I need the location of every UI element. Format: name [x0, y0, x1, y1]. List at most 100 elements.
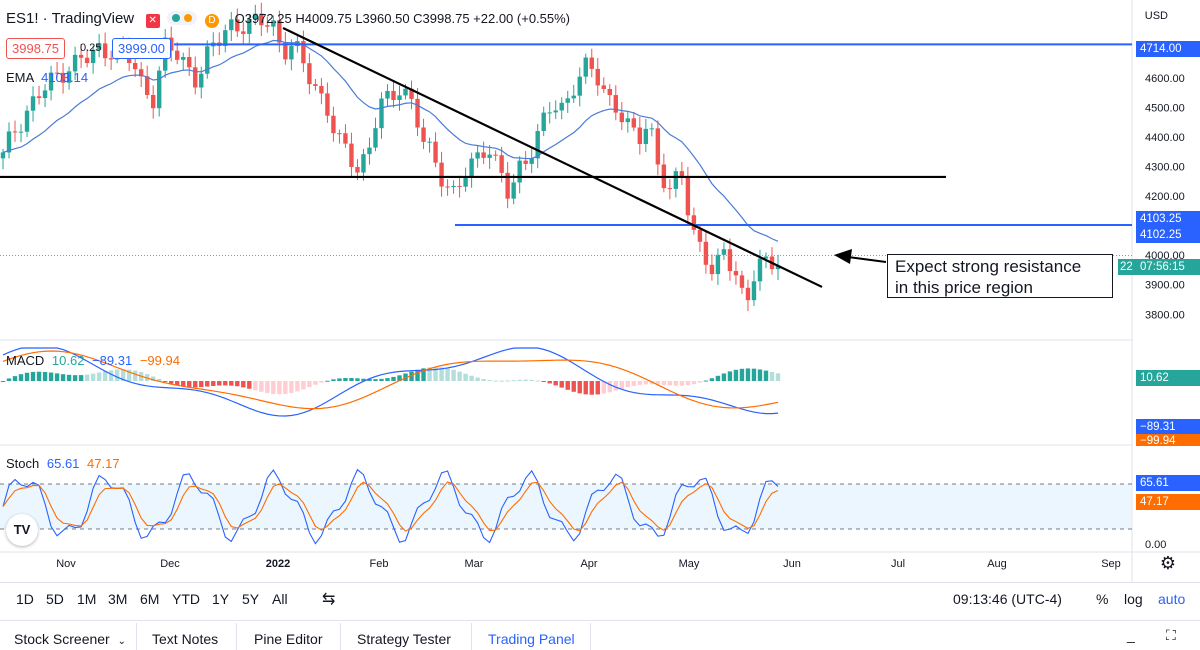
- tab-text-notes[interactable]: Text Notes: [152, 631, 218, 647]
- price-tick-label: 3900.00: [1145, 280, 1185, 292]
- minimize-icon[interactable]: _: [1127, 627, 1135, 643]
- buy-price[interactable]: 3999.00: [112, 38, 171, 59]
- macd-hist-bar: [319, 381, 324, 383]
- price-tag-4102: 4102.25: [1136, 227, 1200, 243]
- log-toggle[interactable]: log: [1124, 591, 1143, 607]
- stoch-legend: Stoch 65.61 47.17: [6, 456, 120, 471]
- macd-hist-bar: [66, 374, 72, 381]
- candle-body: [565, 98, 570, 103]
- time-tick-label: Mar: [465, 558, 484, 570]
- timeframe-bar: 1D 5D 1M 3M 6M YTD 1Y 5Y All ⇆ 09:13:46 …: [0, 582, 1200, 615]
- macd-hist-bar: [727, 371, 733, 381]
- percent-toggle[interactable]: %: [1096, 591, 1108, 607]
- auto-toggle[interactable]: auto: [1158, 591, 1185, 607]
- candle-body: [553, 110, 558, 113]
- tf-6m[interactable]: 6M: [140, 591, 159, 607]
- macd-hist-bar: [493, 380, 498, 382]
- currency-label[interactable]: USD: [1145, 10, 1168, 22]
- candle-body: [361, 154, 366, 173]
- candle-body: [42, 90, 48, 99]
- tab-trading-panel[interactable]: Trading Panel: [488, 631, 575, 647]
- sell-price[interactable]: 3998.75: [6, 38, 65, 59]
- candle-body: [601, 85, 606, 90]
- candle-body: [697, 229, 703, 242]
- macd-hist-bar: [769, 371, 775, 381]
- close-icon[interactable]: ✕: [145, 14, 160, 28]
- candle-body: [30, 96, 36, 111]
- candle-body: [427, 141, 432, 143]
- price-tick-label: 4300.00: [1145, 162, 1185, 174]
- macd-hist-bar: [343, 377, 348, 381]
- macd-hist-bar: [715, 375, 721, 381]
- candle-body: [481, 152, 486, 158]
- price-tick-label: 4600.00: [1145, 73, 1185, 85]
- macd-hist-bar: [709, 378, 715, 381]
- tab-stock-screener[interactable]: Stock Screener ⌄: [14, 631, 126, 647]
- macd-hist-bar: [373, 379, 378, 381]
- candle-body: [751, 281, 757, 301]
- tf-ytd[interactable]: YTD: [172, 591, 200, 607]
- macd-hist-bar: [535, 380, 540, 382]
- candle-body: [529, 158, 534, 164]
- macd-hist-bar: [673, 381, 679, 386]
- time-tick-label: 2022: [266, 558, 290, 570]
- macd-hist-bar: [445, 368, 450, 381]
- macd-hist-bar: [12, 376, 18, 381]
- candle-body: [157, 70, 162, 109]
- maximize-icon[interactable]: ⛶: [1166, 627, 1176, 644]
- macd-tag-line: −89.31: [1136, 419, 1200, 435]
- candle-body: [739, 275, 745, 288]
- price-tag-4714: 4714.00: [1136, 41, 1200, 57]
- candle-body: [367, 147, 372, 155]
- candle-body: [307, 63, 312, 85]
- ema-line: [2, 39, 779, 242]
- tf-5d[interactable]: 5D: [46, 591, 64, 607]
- candle-body: [487, 154, 492, 158]
- tf-all[interactable]: All: [272, 591, 288, 607]
- tab-pine-editor[interactable]: Pine Editor: [254, 631, 322, 647]
- stoch-tag-k: 65.61: [1136, 475, 1200, 491]
- clock[interactable]: 09:13:46 (UTC-4): [953, 591, 1062, 607]
- symbol-legend: ES1! · TradingView ✕ D O3972.25 H4009.75…: [6, 10, 570, 28]
- macd-hist-bar: [48, 372, 54, 381]
- date-range-icon[interactable]: ⇆: [322, 589, 335, 609]
- tf-1y[interactable]: 1Y: [212, 591, 229, 607]
- tf-1d[interactable]: 1D: [16, 591, 34, 607]
- macd-hist-bar: [583, 381, 588, 395]
- candle-body: [571, 95, 576, 99]
- tab-strategy-tester[interactable]: Strategy Tester: [357, 631, 451, 647]
- macd-hist-bar: [679, 381, 685, 386]
- tf-1m[interactable]: 1M: [77, 591, 96, 607]
- macd-hist-bar: [307, 381, 312, 388]
- macd-hist-bar: [577, 381, 582, 394]
- candle-body: [493, 154, 498, 156]
- macd-hist-bar: [571, 381, 576, 392]
- macd-hist-bar: [703, 380, 709, 382]
- candle-body: [241, 31, 246, 34]
- macd-hist-bar: [96, 372, 102, 381]
- macd-hist-bar: [235, 381, 240, 387]
- macd-hist-bar: [721, 373, 727, 381]
- macd-hist-bar: [469, 375, 474, 381]
- tf-5y[interactable]: 5Y: [242, 591, 259, 607]
- stoch-tick-label: 0.00: [1145, 539, 1166, 551]
- last-price-tag: 22: [1118, 259, 1136, 275]
- macd-hist-bar: [553, 381, 558, 386]
- candle-body: [445, 186, 450, 188]
- settings-gear-icon[interactable]: ⚙: [1160, 553, 1176, 574]
- macd-hist-bar: [475, 377, 480, 381]
- candle-body: [319, 85, 324, 94]
- macd-hist-bar: [229, 381, 234, 386]
- macd-hist-bar: [331, 379, 336, 381]
- chevron-down-icon[interactable]: ⌄: [118, 636, 126, 647]
- macd-hist-bar: [763, 370, 769, 381]
- candle-body: [144, 76, 150, 95]
- macd-hist-bar: [42, 371, 48, 381]
- tf-3m[interactable]: 3M: [108, 591, 127, 607]
- macd-hist-bar: [451, 369, 456, 381]
- macd-hist-bar: [259, 381, 264, 392]
- candle-body: [391, 90, 396, 101]
- annotation-box[interactable]: Expect strong resistance in this price r…: [887, 254, 1113, 298]
- macd-hist-bar: [631, 381, 637, 386]
- tradingview-logo[interactable]: TV: [6, 514, 38, 546]
